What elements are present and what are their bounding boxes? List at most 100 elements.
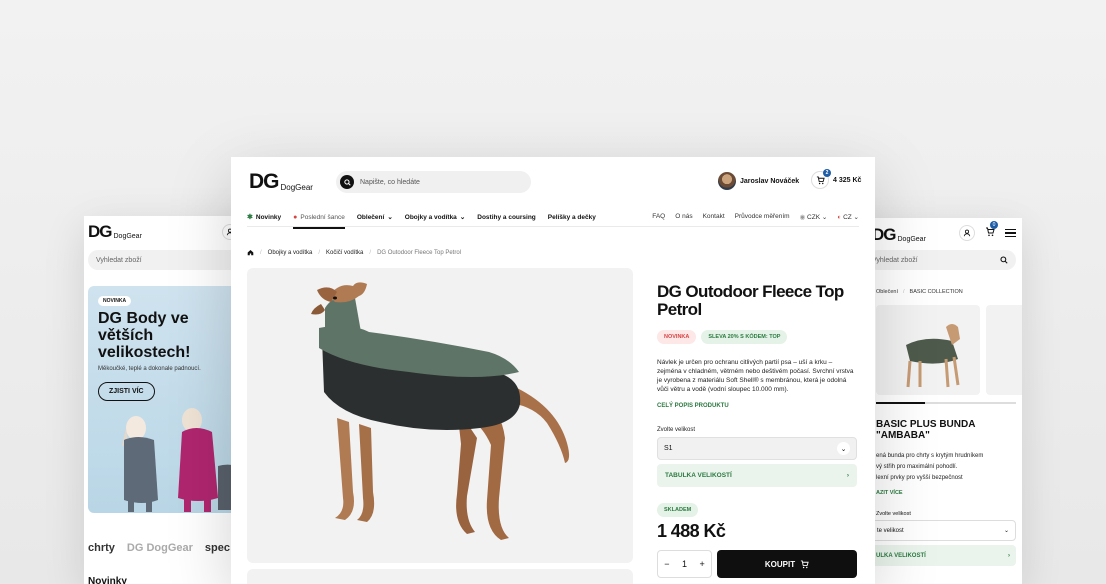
breadcrumb-separator: /	[903, 289, 905, 295]
size-table-button[interactable]: ULKA VELIKOSTÍ ›	[870, 545, 1016, 566]
size-label: Zvolte velikost	[657, 427, 696, 433]
breadcrumb-item[interactable]: Kočičí vodítka	[326, 250, 363, 256]
cart-icon[interactable]: 0	[985, 221, 998, 242]
size-table-label: TABULKA VELIKOSTÍ	[665, 472, 732, 479]
size-select[interactable]: te velikost ⌄	[870, 520, 1016, 541]
user-account[interactable]: Jaroslav Nováček	[718, 172, 799, 190]
breadcrumb-item[interactable]: Oblečení	[876, 289, 898, 295]
logo-name: DogGear	[897, 236, 926, 243]
plus-icon[interactable]: +	[699, 559, 704, 569]
breadcrumb: / Obojky a vodítka / Kočičí vodítka / DG…	[247, 249, 461, 256]
cart-count-badge: 0	[990, 221, 998, 229]
new-badge: NOVINKA	[657, 330, 697, 344]
buy-button[interactable]: KOUPIT	[717, 550, 857, 578]
desktop-product-page: DG DogGear Napište, co hledáte Jaroslav …	[231, 157, 875, 584]
full-description-link[interactable]: CELÝ POPIS PRODUKTU	[657, 403, 729, 409]
breadcrumb-separator: /	[369, 249, 372, 256]
chevron-right-icon: ›	[1008, 552, 1010, 559]
size-table-label: ULKA VELIKOSTÍ	[876, 552, 926, 559]
breadcrumb-current: DG Outodoor Fleece Top Petrol	[377, 249, 462, 256]
chevron-down-icon: ⌄	[459, 214, 466, 221]
chevron-down-icon: ⌄	[387, 214, 393, 221]
nav-label: Poslední šance	[300, 213, 345, 221]
nav-item-dostihy[interactable]: Dostihy a coursing	[477, 214, 536, 221]
product-image-secondary[interactable]	[247, 569, 633, 584]
utility-navigation: FAQ O nás Kontakt Průvodce měřením ◉ CZK…	[652, 213, 859, 221]
nav-item-obojky[interactable]: Obojky a vodítka ⌄	[404, 213, 466, 222]
breadcrumb-separator: /	[260, 249, 262, 256]
nav-item-novinky[interactable]: ✱ Novinky	[247, 213, 281, 222]
main-navigation: ✱ Novinky ● Poslední šance Oblečení ⌄ Ob…	[247, 207, 859, 229]
brand-item[interactable]: DG DogGear	[127, 542, 193, 554]
user-icon[interactable]	[959, 225, 975, 241]
logo-mark: DG	[88, 222, 112, 241]
brand-item[interactable]: chrty	[88, 542, 115, 554]
summary-line: ená bunda pro chrty s krytým hrudníkem	[876, 453, 984, 459]
banner-subtitle: Měkoučké, teplé a dokonale padnoucí.	[98, 366, 201, 372]
breadcrumb-item[interactable]: BASIC COLLECTION	[910, 289, 963, 295]
faq-link[interactable]: FAQ	[652, 213, 665, 221]
size-select[interactable]: S1 ⌄	[657, 437, 857, 460]
nav-item-pelisky[interactable]: Pelíšky a dečky	[548, 214, 596, 221]
language-value: CZ	[843, 214, 852, 221]
search-input[interactable]: Napište, co hledáte	[336, 171, 531, 193]
product-image[interactable]	[247, 268, 633, 563]
discount-badge: SLEVA 20% S KÓDEM: TOP	[701, 330, 788, 344]
stock-badge: SKLADEM	[657, 503, 699, 517]
contact-link[interactable]: Kontakt	[703, 213, 725, 221]
avatar	[718, 172, 736, 190]
nav-label: Oblečení	[356, 213, 385, 221]
logo[interactable]: DG DogGear	[88, 222, 142, 242]
size-select-value: te velikost	[877, 527, 904, 534]
product-image-next[interactable]	[986, 305, 1022, 395]
product-price: 1 488 Kč	[657, 521, 726, 541]
cart-count-badge: 2	[823, 169, 831, 177]
logo[interactable]: DG DogGear	[872, 225, 926, 245]
summary-line: vý střih pro maximální pohodlí.	[876, 464, 958, 470]
brand-item[interactable]: spec	[205, 542, 230, 554]
nav-item-obleceni[interactable]: Oblečení ⌄	[356, 213, 393, 222]
product-image[interactable]	[876, 305, 980, 395]
nav-divider	[247, 226, 859, 227]
search-icon[interactable]	[1000, 256, 1008, 264]
home-icon[interactable]	[247, 249, 254, 256]
section-title: Novinky	[88, 576, 127, 584]
about-link[interactable]: O nás	[675, 213, 692, 221]
minus-icon[interactable]: −	[664, 559, 669, 569]
breadcrumb-item[interactable]: Obojky a vodítka	[268, 250, 313, 256]
nav-label: Pelíšky a dečky	[547, 213, 596, 221]
menu-icon[interactable]	[1005, 228, 1016, 238]
nav-label: Dostihy a coursing	[477, 213, 536, 221]
search-icon[interactable]	[340, 175, 354, 189]
flag-icon: ◐	[837, 214, 842, 221]
brand-strip: chrty DG DogGear spec	[88, 542, 230, 554]
chevron-down-icon: ⌄	[1003, 528, 1009, 534]
quantity-value: 1	[681, 559, 687, 569]
product-title: BASIC PLUS BUNDA "AMBABA"	[876, 419, 976, 441]
logo-name: DogGear	[113, 233, 142, 240]
product-tags: NOVINKA SLEVA 20% S KÓDEM: TOP	[657, 330, 788, 344]
banner-cta-button[interactable]: ZJISTI VÍC	[98, 382, 155, 401]
size-label: Zvolte velikost	[876, 511, 911, 517]
language-select[interactable]: ◐ CZ ⌄	[837, 213, 859, 221]
search-input[interactable]: Vyhledat zboží	[868, 250, 1016, 270]
currency-select[interactable]: ◉ CZK ⌄	[800, 213, 828, 221]
search-placeholder: Napište, co hledáte	[360, 178, 420, 186]
logo[interactable]: DG DogGear	[247, 170, 313, 194]
coin-icon: ◉	[799, 214, 806, 221]
cart-button[interactable]: 2 4 325 Kč	[811, 169, 861, 189]
cart-icon	[801, 559, 809, 568]
chevron-right-icon: ›	[846, 472, 849, 479]
product-description: Návlek je určen pro ochranu citlivých pa…	[657, 359, 854, 393]
user-name: Jaroslav Nováček	[740, 177, 800, 185]
gallery-progress	[876, 402, 1016, 404]
show-more-link[interactable]: AZIT VÍCE	[876, 490, 903, 496]
product-title: DG Outodoor Fleece Top Petrol	[657, 282, 844, 319]
quantity-stepper[interactable]: − 1 +	[657, 550, 712, 578]
size-guide-link[interactable]: Průvodce měřením	[735, 213, 790, 221]
size-table-button[interactable]: TABULKA VELIKOSTÍ ›	[657, 464, 857, 487]
banner-tag: NOVINKA	[98, 296, 132, 306]
logo-mark: DG	[249, 170, 279, 193]
search-placeholder: Vyhledat zboží	[872, 256, 918, 264]
nav-label: Obojky a vodítka	[404, 213, 457, 221]
